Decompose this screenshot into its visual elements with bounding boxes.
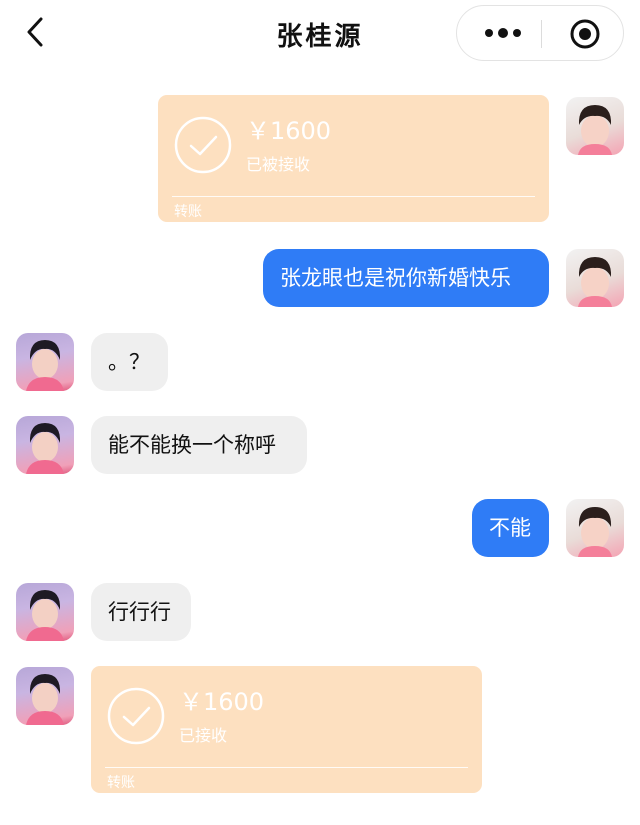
- chat-bubble: 能不能换一个称呼: [91, 416, 307, 474]
- check-circle-icon: [174, 116, 232, 174]
- chat-bubble: 。？: [91, 333, 168, 391]
- avatar[interactable]: [16, 583, 74, 641]
- chat-bubble: 行行行: [91, 583, 191, 641]
- mini-program-capsule: [456, 5, 624, 61]
- chat-bubble: 不能: [472, 499, 549, 557]
- avatar-portrait: [578, 257, 612, 307]
- transfer-divider: [105, 767, 468, 768]
- transfer-amount: ￥1600: [179, 688, 265, 716]
- avatar[interactable]: [566, 97, 624, 155]
- target-circle-icon[interactable]: [569, 18, 601, 50]
- avatar-portrait: [578, 105, 612, 155]
- transfer-card[interactable]: ￥1600 已被接收 转账: [158, 95, 549, 222]
- avatar[interactable]: [566, 499, 624, 557]
- transfer-divider: [172, 196, 535, 197]
- transfer-status: 已接收: [179, 726, 228, 745]
- avatar-portrait: [26, 590, 64, 641]
- avatar[interactable]: [16, 416, 74, 474]
- transfer-label: 转账: [107, 775, 135, 791]
- chat-bubble: 张龙眼也是祝你新婚快乐: [263, 249, 549, 307]
- capsule-divider: [541, 20, 542, 48]
- avatar[interactable]: [566, 249, 624, 307]
- avatar[interactable]: [16, 333, 74, 391]
- avatar-portrait: [578, 507, 612, 557]
- transfer-amount: ￥1600: [246, 117, 332, 145]
- avatar-portrait: [26, 423, 64, 474]
- check-circle-icon: [107, 687, 165, 745]
- transfer-label: 转账: [174, 204, 202, 220]
- more-dots-icon[interactable]: [479, 22, 527, 44]
- transfer-card[interactable]: ￥1600 已接收 转账: [91, 666, 482, 793]
- avatar-portrait: [26, 674, 64, 725]
- avatar-portrait: [26, 340, 64, 391]
- transfer-status: 已被接收: [246, 155, 311, 174]
- avatar[interactable]: [16, 667, 74, 725]
- nav-header: 张桂源: [0, 0, 640, 64]
